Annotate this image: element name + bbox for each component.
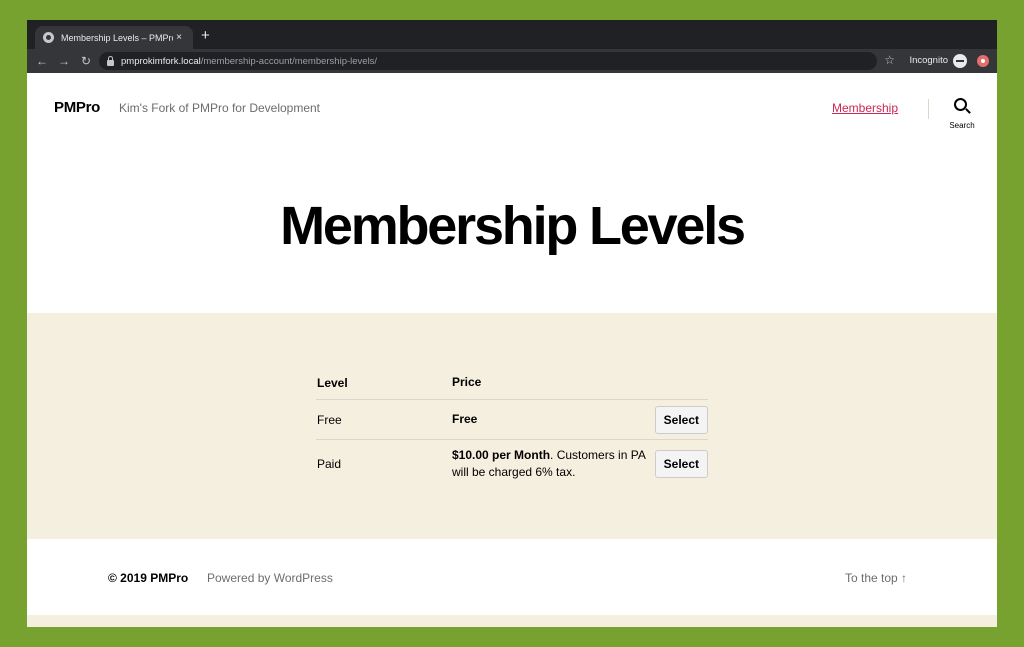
- nav-link-membership[interactable]: Membership: [832, 101, 898, 115]
- url-host: pmprokimfork.local: [121, 55, 201, 67]
- browser-tab[interactable]: Membership Levels – PMPro ×: [35, 26, 193, 49]
- level-price-amount: Free: [452, 412, 478, 426]
- footer-copyright[interactable]: © 2019 PMPro: [108, 571, 188, 585]
- header-divider: [928, 99, 929, 119]
- footer-band: [27, 615, 997, 627]
- tab-strip: Membership Levels – PMPro × +: [27, 20, 997, 49]
- table-header-row: Level Price: [316, 370, 708, 400]
- reload-button[interactable]: ↻: [75, 54, 97, 68]
- lock-icon: [107, 55, 114, 66]
- content-area: Level Price Free Free Select Paid $10.00…: [27, 313, 997, 539]
- level-name: Free: [316, 399, 451, 440]
- search-button[interactable]: Search: [945, 95, 979, 131]
- bookmark-star-icon[interactable]: ☆: [884, 53, 895, 67]
- level-action: Select: [653, 399, 708, 440]
- site-tagline: Kim's Fork of PMPro for Development: [119, 101, 321, 115]
- level-price: $10.00 per Month. Customers in PA will b…: [451, 440, 653, 488]
- column-header-level: Level: [316, 370, 451, 400]
- forward-button[interactable]: →: [53, 54, 75, 68]
- incognito-icon[interactable]: [953, 54, 967, 68]
- level-price: Free: [451, 399, 653, 440]
- new-tab-button[interactable]: +: [201, 27, 210, 45]
- select-free-button[interactable]: Select: [654, 405, 708, 434]
- table-row: Free Free Select: [316, 399, 708, 440]
- url-path: /membership-account/membership-levels/: [200, 55, 378, 67]
- site-header: PMPro Kim's Fork of PMPro for Developmen…: [27, 73, 997, 153]
- close-tab-icon[interactable]: ×: [173, 32, 185, 43]
- browser-toolbar: ← → ↻ pmprokimfork.local/membership-acco…: [27, 49, 997, 73]
- membership-levels-table: Level Price Free Free Select Paid $10.00…: [316, 370, 708, 488]
- search-label: Search: [949, 121, 975, 130]
- page-hero: Membership Levels: [27, 153, 997, 313]
- profile-icon[interactable]: [977, 55, 989, 67]
- column-header-price: Price: [451, 370, 653, 400]
- level-name: Paid: [317, 456, 342, 471]
- level-action: Select: [653, 440, 708, 488]
- search-icon-handle: [965, 108, 971, 114]
- to-the-top-link[interactable]: To the top ↑: [845, 571, 907, 585]
- site-logo[interactable]: PMPro: [54, 99, 100, 116]
- url-text: pmprokimfork.local/membership-account/me…: [121, 56, 377, 67]
- back-button[interactable]: ←: [31, 54, 53, 68]
- table-row: Paid $10.00 per Month. Customers in PA w…: [316, 440, 708, 488]
- site-footer: © 2019 PMPro Powered by WordPress To the…: [27, 539, 997, 615]
- browser-window: Membership Levels – PMPro × + ← → ↻ pmpr…: [27, 20, 997, 627]
- footer-powered-by[interactable]: Powered by WordPress: [207, 571, 333, 585]
- address-bar[interactable]: pmprokimfork.local/membership-account/me…: [99, 52, 877, 70]
- page-title: Membership Levels: [280, 196, 746, 256]
- select-paid-button[interactable]: Select: [654, 449, 708, 478]
- globe-icon: [43, 32, 54, 43]
- level-price-amount: $10.00 per Month: [452, 447, 551, 462]
- web-page: PMPro Kim's Fork of PMPro for Developmen…: [27, 73, 997, 627]
- column-header-action: [653, 370, 708, 400]
- tab-title: Membership Levels – PMPro: [61, 32, 173, 43]
- incognito-label: Incognito: [909, 55, 948, 66]
